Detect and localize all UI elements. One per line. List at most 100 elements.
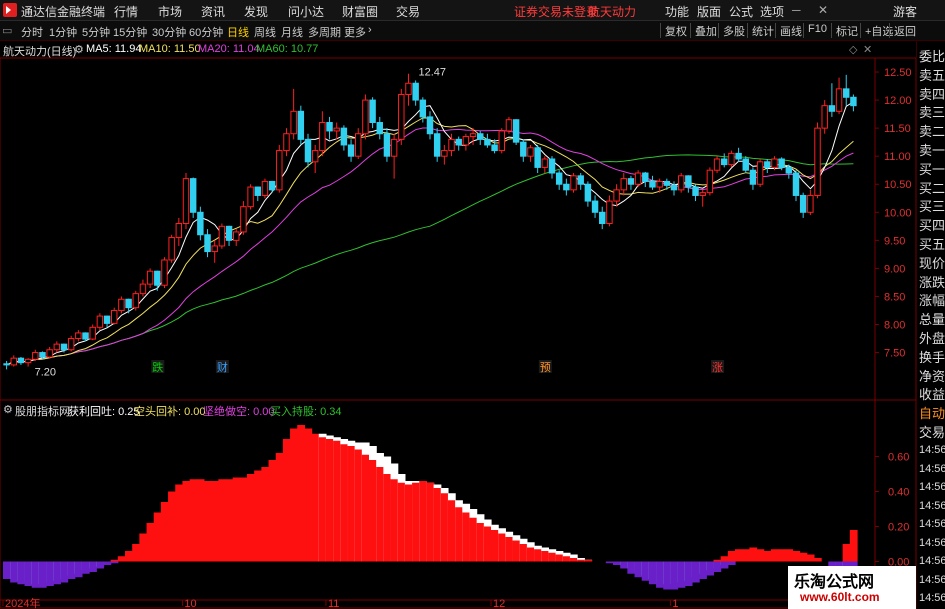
sidebar-item: 买四 — [919, 218, 945, 234]
indicator-value-a: 获利回吐: 0.25 — [68, 406, 140, 418]
indicator-red-bar — [290, 428, 298, 562]
sidebar-item: 14:56 — [919, 518, 945, 530]
ma60-value: MA60: 10.77 — [256, 43, 319, 55]
candle-body — [620, 178, 627, 191]
indicator-red-bar — [404, 484, 413, 562]
time-tick-label: 1 — [672, 598, 678, 609]
candle-body — [276, 150, 283, 191]
settings-gear-icon[interactable]: ⚙ — [74, 43, 84, 56]
indicator-red-bar — [555, 554, 564, 562]
indicator-tick-label: 0.40 — [888, 487, 909, 499]
close-panel-icon[interactable]: ✕ — [863, 43, 872, 56]
indicator-red-bar — [282, 439, 291, 562]
candle-body — [225, 225, 233, 241]
indicator-purple-bar — [46, 561, 54, 586]
candle-body — [534, 147, 541, 168]
indicator-red-bar — [713, 559, 722, 562]
indicator-red-bar — [333, 440, 341, 562]
candle-body — [60, 343, 68, 351]
candle-body — [297, 110, 305, 140]
indicator-red-bar — [218, 479, 227, 562]
candle-body — [75, 332, 82, 340]
sidebar-item: 委比 — [919, 49, 945, 64]
indicator-purple-bar — [53, 561, 62, 585]
indicator-red-bar — [125, 551, 133, 562]
indicator-tick-label: 0.60 — [888, 452, 909, 464]
candle-body — [433, 133, 441, 157]
indicator-red-bar — [397, 482, 406, 562]
indicator-red-bar — [275, 453, 284, 562]
indicator-name: 股朋指标网 — [15, 406, 70, 418]
indicator-red-bar — [749, 547, 758, 562]
event-marker: 预 — [540, 361, 551, 374]
indicator-purple-bar — [641, 561, 650, 581]
candle-body — [670, 184, 678, 191]
indicator-gear-icon[interactable]: ⚙ — [3, 403, 13, 416]
sidebar-item[interactable]: 自动 — [919, 403, 945, 422]
sidebar-item[interactable]: 交易 — [919, 422, 945, 441]
candle-body — [735, 152, 742, 160]
indicator-red-bar — [239, 477, 248, 562]
candle-body — [82, 332, 89, 340]
candle-body — [764, 161, 771, 168]
indicator-value-d: 买入持股: 0.34 — [270, 406, 342, 418]
ma5-value: MA5: 11.94 — [86, 43, 142, 55]
candle-body — [390, 138, 398, 157]
candle-body — [685, 175, 692, 188]
candle-body — [462, 136, 470, 146]
indicator-red-bar — [806, 554, 815, 562]
indicator-purple-bar — [17, 561, 26, 585]
sidebar-item: 买一 — [919, 161, 945, 177]
chart-canvas[interactable]: 7.50 8.00 8.50 9.00 9.50 10.00 10.50 11.00 11.50… — [0, 0, 945, 609]
candle-body — [154, 270, 161, 286]
candle-body — [663, 180, 671, 186]
candle-body — [383, 133, 391, 157]
indicator-red-bar — [254, 470, 262, 562]
indicator-red-bar — [483, 526, 492, 562]
indicator-red-bar — [117, 556, 126, 562]
indicator-red-bar — [447, 500, 456, 562]
candle-body — [627, 178, 635, 185]
indicator-red-bar — [182, 481, 191, 562]
candle-body — [146, 270, 154, 285]
price-tick-label: 11.00 — [884, 151, 911, 163]
event-marker: 跌 — [152, 360, 163, 374]
indicator-red-bar — [168, 491, 176, 562]
main-chart-legend: 航天动力(日线) ⚙ MA5: 11.94 MA10: 11.50 MA20: … — [0, 41, 945, 58]
candle-body — [570, 175, 577, 191]
candle-body — [520, 141, 527, 157]
indicator-purple-bar — [684, 561, 693, 586]
indicator-red-bar — [268, 460, 277, 562]
candle-body — [182, 178, 190, 225]
candle-body — [713, 158, 721, 171]
watermark-title: 乐淘公式网 — [794, 572, 875, 591]
candle-body — [369, 99, 376, 124]
indicator-red-bar — [534, 549, 542, 562]
candle-body — [125, 298, 132, 309]
candle-body — [642, 172, 649, 182]
candle-body — [218, 225, 226, 247]
price-tick-label: 7.50 — [884, 348, 905, 360]
indicator-red-bar — [361, 454, 370, 562]
sidebar-item: 14:56 — [919, 592, 945, 604]
candle-body — [843, 88, 850, 98]
candle-body — [398, 93, 405, 140]
indicator-red-bar — [318, 437, 327, 562]
candle-body — [240, 206, 247, 233]
indicator-purple-bar — [634, 561, 643, 578]
candle-body — [677, 175, 685, 191]
indicator-red-bar — [261, 467, 270, 562]
candle-body — [807, 194, 814, 213]
candle-body — [247, 186, 254, 208]
indicator-red-bar — [297, 425, 306, 562]
indicator-red-bar — [369, 460, 377, 562]
main-chart-title: 航天动力(日线) — [3, 46, 77, 58]
indicator-red-bar — [211, 481, 219, 562]
indicator-purple-bar — [110, 561, 119, 564]
candle-body — [484, 138, 491, 146]
diamond-icon[interactable]: ◇ — [849, 43, 857, 56]
indicator-red-bar — [383, 474, 392, 562]
ma10-value: MA10: 11.50 — [139, 43, 201, 55]
indicator-purple-bar — [31, 561, 40, 588]
candle-body — [347, 144, 355, 157]
